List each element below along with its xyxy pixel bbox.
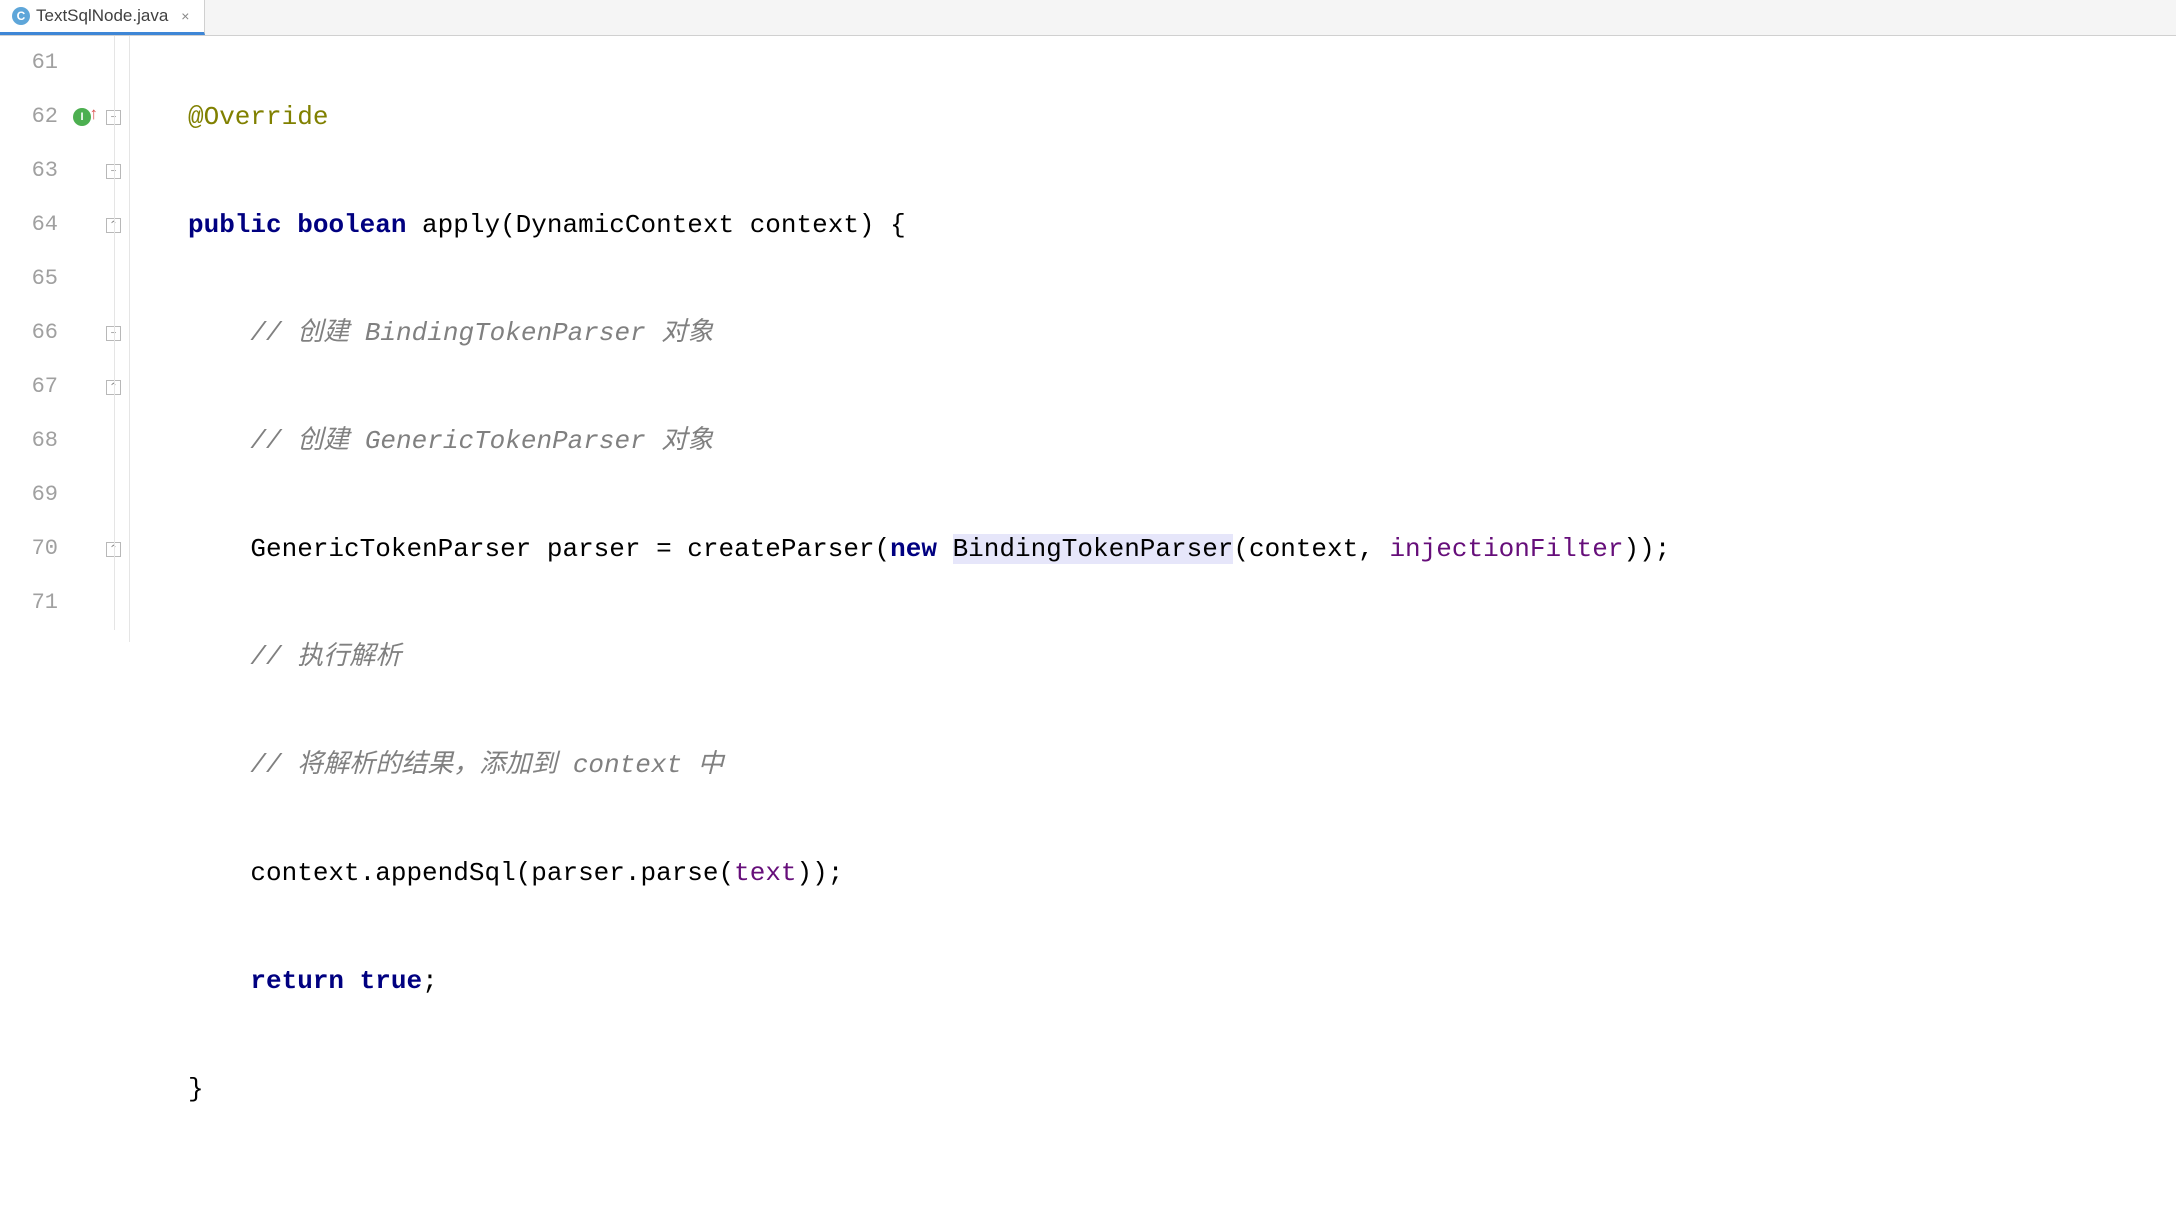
comment: // 执行解析: [250, 642, 401, 672]
space: [937, 534, 953, 564]
close-icon[interactable]: ×: [178, 9, 192, 23]
semicolon: ;: [422, 966, 438, 996]
highlighted-class: BindingTokenParser: [953, 534, 1234, 564]
tab-bar: C TextSqlNode.java ×: [0, 0, 2176, 36]
keyword-true: true: [360, 966, 422, 996]
brace: }: [188, 1074, 204, 1104]
comment: // 创建 GenericTokenParser 对象: [250, 426, 713, 456]
code-line[interactable]: // 创建 GenericTokenParser 对象: [188, 414, 2176, 468]
gutter: 61 62 63 64 65 66 67 68 69 70 71: [0, 36, 66, 630]
tab-textsqlnode[interactable]: C TextSqlNode.java ×: [0, 0, 205, 35]
keyword-new: new: [890, 534, 937, 564]
space: [344, 966, 360, 996]
line-number[interactable]: 66: [0, 306, 66, 360]
line-number[interactable]: 69: [0, 468, 66, 522]
gutter-marks: I ↑: [66, 36, 98, 642]
code-line[interactable]: @Override: [188, 90, 2176, 144]
code-line[interactable]: // 创建 BindingTokenParser 对象: [188, 306, 2176, 360]
code-text: ));: [797, 858, 844, 888]
keyword-boolean: boolean: [297, 210, 406, 240]
fold-column: − − ⌃ − ⌃ ⌃: [98, 36, 130, 642]
keyword-return: return: [250, 966, 344, 996]
field-ref: text: [734, 858, 796, 888]
code-text: ));: [1624, 534, 1671, 564]
annotation: @Override: [188, 102, 328, 132]
java-class-icon: C: [12, 7, 30, 25]
code-text: (context,: [1233, 534, 1389, 564]
override-marker-icon[interactable]: I: [73, 108, 91, 126]
method-signature: apply(DynamicContext context) {: [406, 210, 905, 240]
code-line[interactable]: public boolean apply(DynamicContext cont…: [188, 198, 2176, 252]
code-line[interactable]: // 执行解析: [188, 630, 2176, 684]
line-number[interactable]: 61: [0, 36, 66, 90]
line-number[interactable]: 70: [0, 522, 66, 576]
code-line[interactable]: }: [188, 1062, 2176, 1116]
up-arrow-icon[interactable]: ↑: [90, 104, 99, 124]
line-number[interactable]: 67: [0, 360, 66, 414]
line-number[interactable]: 71: [0, 576, 66, 630]
line-number[interactable]: 64: [0, 198, 66, 252]
line-number[interactable]: 63: [0, 144, 66, 198]
code-line[interactable]: context.appendSql(parser.parse(text));: [188, 846, 2176, 900]
keyword-public: public: [188, 210, 282, 240]
comment: // 创建 BindingTokenParser 对象: [250, 318, 713, 348]
line-number[interactable]: 65: [0, 252, 66, 306]
code-line[interactable]: // 将解析的结果，添加到 context 中: [188, 738, 2176, 792]
line-number[interactable]: 68: [0, 414, 66, 468]
line-number[interactable]: 62: [0, 90, 66, 144]
code-content[interactable]: @Override public boolean apply(DynamicCo…: [130, 36, 2176, 642]
comment: // 将解析的结果，添加到 context 中: [250, 750, 723, 780]
code-text: GenericTokenParser parser = createParser…: [250, 534, 890, 564]
tab-label: TextSqlNode.java: [36, 6, 168, 26]
editor-area: 61 62 63 64 65 66 67 68 69 70 71 I ↑ −: [0, 36, 2176, 642]
code-text: context.appendSql(parser.parse(: [250, 858, 734, 888]
code-line[interactable]: return true;: [188, 954, 2176, 1008]
code-line[interactable]: GenericTokenParser parser = createParser…: [188, 522, 2176, 576]
field-ref: injectionFilter: [1389, 534, 1623, 564]
